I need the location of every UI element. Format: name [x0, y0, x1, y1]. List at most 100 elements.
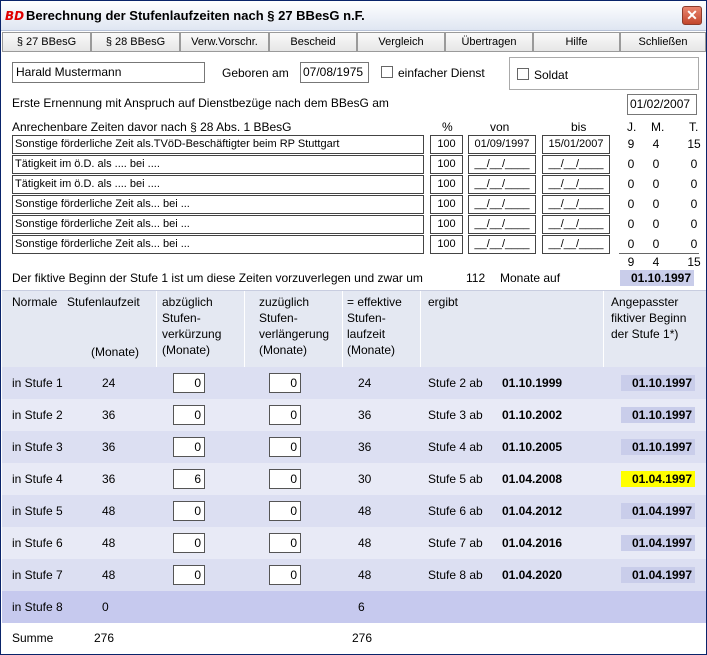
name-field[interactable]: Harald Mustermann — [12, 62, 205, 83]
toolbar: § 27 BBesG § 28 BBesG Verw.Vorschr. Besc… — [2, 32, 706, 53]
verlaengerung-input[interactable]: 0 — [269, 533, 301, 553]
zeit-bis-field[interactable]: 15/01/2007 — [542, 135, 610, 154]
verlaengerung-input[interactable]: 0 — [269, 373, 301, 393]
ergibt-date: 01.04.2008 — [502, 472, 563, 486]
zeit-jahre: 0 — [627, 177, 635, 191]
zeit-bis-field[interactable]: __/__/____ — [542, 235, 610, 254]
zeit-bis-field[interactable]: __/__/____ — [542, 155, 610, 174]
stufe-laufzeit: 0 — [102, 600, 109, 614]
zeit-von-field[interactable]: __/__/____ — [468, 235, 536, 254]
verkuerzung-input[interactable]: 0 — [173, 373, 205, 393]
angepasst-date: 01.04.1997 — [621, 471, 695, 487]
stufe-label: in Stufe 3 — [12, 440, 63, 454]
fiktiv-monate-auf: Monate auf — [500, 271, 561, 285]
ergibt-label: Stufe 5 ab — [428, 472, 483, 486]
zeit-percent-field[interactable]: 100 — [430, 215, 463, 234]
summe-effektiv: 276 — [352, 631, 373, 645]
header-stufenlaufzeit: Stufenlaufzeit — [67, 295, 140, 309]
stufe-label: in Stufe 1 — [12, 376, 63, 390]
zeit-jahre: 9 — [627, 137, 635, 151]
ergibt-date: 01.10.2005 — [502, 440, 563, 454]
verkuerzung-input[interactable]: 0 — [173, 501, 205, 521]
verlaengerung-input[interactable]: 0 — [269, 469, 301, 489]
zeit-jahre: 0 — [627, 197, 635, 211]
zeit-bis-field[interactable]: __/__/____ — [542, 215, 610, 234]
angepasst-date: 01.04.1997 — [621, 503, 695, 519]
header-effektiv-4: (Monate) — [347, 343, 396, 357]
soldat-checkbox[interactable] — [517, 68, 529, 80]
header-separator — [603, 291, 604, 368]
zeit-jahre: 0 — [627, 217, 635, 231]
stufe-laufzeit: 48 — [102, 568, 116, 582]
ergibt-date: 01.10.1999 — [502, 376, 563, 390]
jahre-header: J. — [627, 120, 637, 134]
zeit-von-field[interactable]: __/__/____ — [468, 175, 536, 194]
stufe-effektiv: 36 — [358, 440, 372, 454]
zeit-description-field[interactable]: Tätigkeit im ö.D. als .... bei .... — [12, 175, 424, 194]
zeit-description-field[interactable]: Tätigkeit im ö.D. als .... bei .... — [12, 155, 424, 174]
verkuerzung-input[interactable]: 0 — [173, 437, 205, 457]
zeit-bis-field[interactable]: __/__/____ — [542, 195, 610, 214]
main-window: BD Berechnung der Stufenlaufzeiten nach … — [0, 0, 707, 655]
zeit-monate: 0 — [652, 157, 660, 171]
header-separator — [244, 291, 245, 368]
zeit-von-field[interactable]: __/__/____ — [468, 195, 536, 214]
verlaengerung-input[interactable]: 0 — [269, 437, 301, 457]
monate-header: M. — [651, 120, 665, 134]
zeit-description-field[interactable]: Sonstige förderliche Zeit als.TVöD-Besch… — [12, 135, 424, 154]
verkuerzung-input[interactable]: 0 — [173, 533, 205, 553]
zeit-description-field[interactable]: Sonstige förderliche Zeit als... bei ... — [12, 195, 424, 214]
verkuerzung-input[interactable]: 0 — [173, 405, 205, 425]
angepasst-date: 01.10.1997 — [621, 407, 695, 423]
stufe-effektiv: 6 — [358, 600, 365, 614]
verlaengerung-input[interactable]: 0 — [269, 405, 301, 425]
zeit-percent-field[interactable]: 100 — [430, 175, 463, 194]
zeit-percent-field[interactable]: 100 — [430, 135, 463, 154]
stufe-row: in Stufe 6 48 48 0 0 Stufe 7 ab 01.04.20… — [2, 527, 706, 559]
close-button[interactable]: ✕ — [682, 6, 702, 25]
zeit-bis-field[interactable]: __/__/____ — [542, 175, 610, 194]
menu-verwaltungsvorschrift-button[interactable]: Verw.Vorschr. — [180, 32, 269, 52]
zeit-percent-field[interactable]: 100 — [430, 195, 463, 214]
bis-header: bis — [571, 120, 587, 134]
zeit-von-field[interactable]: __/__/____ — [468, 215, 536, 234]
menu-27-bbesg-button[interactable]: § 27 BBesG — [2, 32, 91, 52]
zeit-description-field[interactable]: Sonstige förderliche Zeit als... bei ... — [12, 215, 424, 234]
fiktiv-text: Der fiktive Beginn der Stufe 1 ist um di… — [12, 271, 423, 285]
menu-schliessen-button[interactable]: Schließen — [620, 32, 706, 52]
angepasst-date: 01.04.1997 — [621, 567, 695, 583]
menu-28-bbesg-button[interactable]: § 28 BBesG — [91, 32, 180, 52]
menu-vergleich-button[interactable]: Vergleich — [357, 32, 445, 52]
zeit-monate: 0 — [652, 177, 660, 191]
verlaengerung-input[interactable]: 0 — [269, 565, 301, 585]
einfacher-dienst-checkbox[interactable] — [381, 66, 393, 78]
zeit-tage: 0 — [690, 197, 698, 211]
ernennung-date-field[interactable]: 01/02/2007 — [627, 94, 697, 115]
zeit-percent-field[interactable]: 100 — [430, 155, 463, 174]
ergibt-label: Stufe 4 ab — [428, 440, 483, 454]
zeit-description-field[interactable]: Sonstige förderliche Zeit als... bei ... — [12, 235, 424, 254]
header-abzueglich-3: verkürzung — [162, 327, 222, 341]
fiktiv-months: 112 — [466, 271, 486, 285]
zeit-von-field[interactable]: __/__/____ — [468, 155, 536, 174]
header-zuzueglich-2: Stufen- — [259, 311, 298, 325]
menu-hilfe-button[interactable]: Hilfe — [533, 32, 620, 52]
verlaengerung-input[interactable]: 0 — [269, 501, 301, 521]
soldat-label: Soldat — [534, 68, 569, 82]
verkuerzung-input[interactable]: 0 — [173, 565, 205, 585]
zeit-percent-field[interactable]: 100 — [430, 235, 463, 254]
geboren-field[interactable]: 07/08/1975 — [300, 62, 369, 83]
header-zuzueglich-4: (Monate) — [259, 343, 308, 357]
einfacher-dienst-label: einfacher Dienst — [398, 66, 485, 80]
stufe-effektiv: 48 — [358, 504, 372, 518]
zeit-tage: 0 — [690, 217, 698, 231]
zeit-von-field[interactable]: 01/09/1997 — [468, 135, 536, 154]
ergibt-date: 01.10.2002 — [502, 408, 563, 422]
menu-uebertragen-button[interactable]: Übertragen — [445, 32, 533, 52]
pct-header: % — [442, 120, 453, 134]
zeit-jahre: 0 — [627, 237, 635, 251]
header-abzueglich-4: (Monate) — [162, 343, 211, 357]
menu-bescheid-button[interactable]: Bescheid — [269, 32, 357, 52]
verkuerzung-input[interactable]: 6 — [173, 469, 205, 489]
header-abzueglich-2: Stufen- — [162, 311, 201, 325]
